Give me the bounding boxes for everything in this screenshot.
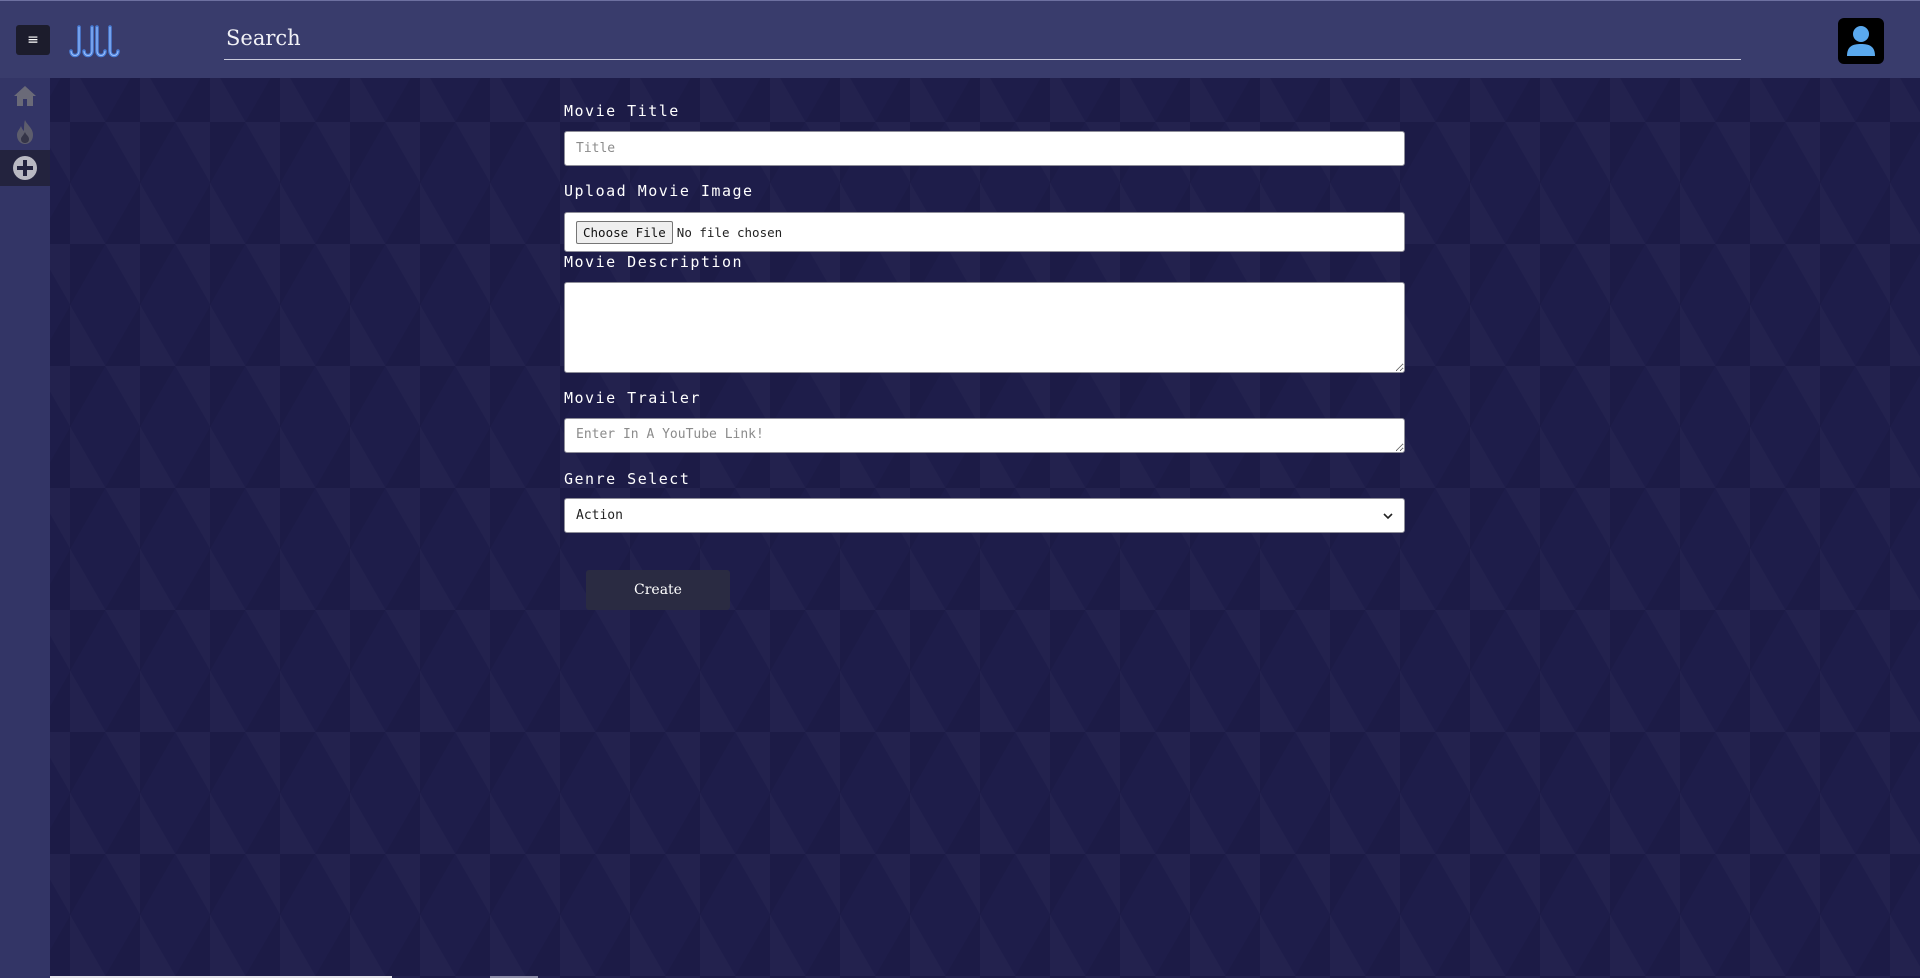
movie-title-label: Movie Title [564,102,680,120]
hamburger-icon: ≡ [27,32,39,48]
choose-file-button[interactable]: Choose File [576,220,673,244]
file-status-text: No file chosen [676,224,783,240]
movie-title-input[interactable] [564,131,1405,166]
genre-selected-value: Action [576,508,623,523]
plus-circle-icon [13,156,37,180]
sidebar-item-trending[interactable] [0,114,50,150]
sidebar-item-add-movie[interactable] [0,150,50,186]
upload-image-label: Upload Movie Image [564,182,754,200]
create-button[interactable]: Create [586,570,730,610]
image-upload-field[interactable]: Choose File No file chosen [564,212,1405,252]
top-bar: ≡ [0,0,1920,78]
search-bar [224,19,1741,60]
fire-icon [17,120,33,144]
home-icon [14,86,36,106]
movie-description-textarea[interactable] [564,282,1405,373]
movie-trailer-label: Movie Trailer [564,389,701,407]
genre-select-label: Genre Select [564,470,691,488]
menu-button[interactable]: ≡ [16,25,50,55]
search-input[interactable] [224,19,1741,57]
sidebar-item-home[interactable] [0,78,50,114]
logo-icon[interactable] [66,21,122,61]
chevron-down-icon [1383,512,1393,519]
genre-select[interactable]: Action [564,498,1405,533]
movie-description-label: Movie Description [564,253,744,271]
user-icon [1847,26,1875,56]
movie-trailer-input[interactable] [564,418,1405,453]
avatar-button[interactable] [1838,18,1884,64]
sidebar [0,78,50,978]
